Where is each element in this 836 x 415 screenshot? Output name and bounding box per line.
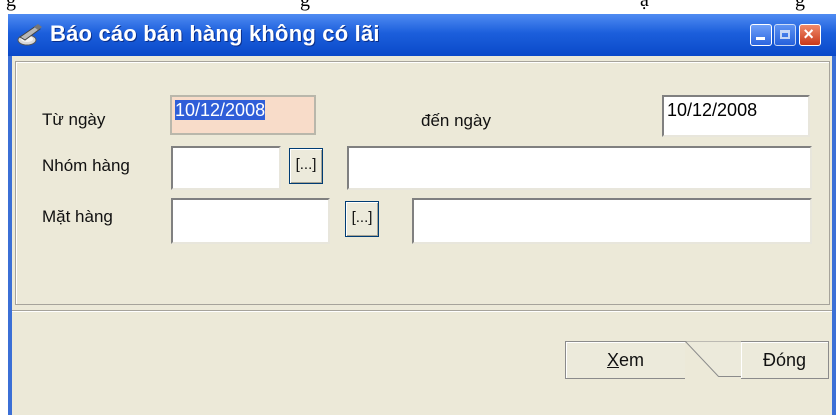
item-name-field[interactable]: [412, 198, 812, 244]
report-window: Báo cáo bán hàng không có lãi × Từ ngày …: [8, 14, 836, 415]
separator-line: [12, 310, 832, 312]
close-form-button-label: Đón: [762, 350, 796, 370]
to-date-label: đến ngày: [421, 111, 491, 130]
from-date-label: Từ ngày: [42, 110, 106, 129]
title-bar[interactable]: Báo cáo bán hàng không có lãi ×: [8, 14, 836, 56]
close-icon: ×: [803, 24, 814, 44]
from-date-value: 10/12/2008: [175, 100, 266, 120]
window-title: Báo cáo bán hàng không có lãi: [50, 21, 380, 46]
product-group-browse-button[interactable]: [...]: [289, 148, 323, 184]
item-code-field[interactable]: [171, 198, 330, 244]
product-group-code-field[interactable]: [171, 146, 281, 190]
product-group-name-field[interactable]: [347, 146, 812, 190]
view-button-label: em: [619, 350, 645, 370]
window-client-area: Từ ngày 10/12/2008 đến ngày 10/12/2008 N…: [12, 56, 832, 415]
minimize-button[interactable]: [750, 24, 772, 46]
button-divider: [685, 341, 741, 377]
close-button[interactable]: ×: [799, 24, 821, 46]
minimize-icon: [756, 37, 765, 40]
view-button[interactable]: Xem: [565, 341, 685, 379]
maximize-button[interactable]: [774, 24, 796, 46]
close-form-button[interactable]: Đóng: [741, 341, 829, 379]
item-label: Mặt hàng: [42, 207, 113, 226]
clipped-caption-text: g g ạ g: [6, 0, 805, 11]
close-form-button-mnemonic: g: [796, 350, 807, 370]
maximize-icon: [780, 30, 790, 39]
from-date-field[interactable]: 10/12/2008: [170, 95, 316, 135]
to-date-field[interactable]: 10/12/2008: [662, 95, 810, 137]
view-button-mnemonic: X: [606, 350, 619, 370]
report-icon: [17, 24, 42, 46]
item-browse-button[interactable]: [...]: [345, 201, 379, 237]
product-group-label: Nhóm hàng: [42, 156, 130, 175]
